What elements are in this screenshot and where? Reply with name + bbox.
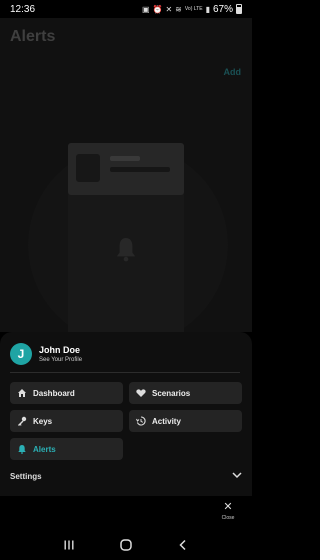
menu-activity-label: Activity <box>152 416 181 426</box>
profile-subtitle: See Your Profile <box>39 357 83 363</box>
close-area: ✕ Close <box>0 496 252 530</box>
system-nav-bar <box>0 530 252 560</box>
history-icon <box>136 416 146 426</box>
status-bar: 12:36 ▣ ⏰ ✕ ≋ Vo) LTE ▮ 67% <box>0 0 252 18</box>
divider <box>10 372 240 373</box>
settings-label: Settings <box>10 471 42 481</box>
heart-icon <box>136 388 146 398</box>
bell-icon <box>17 444 27 454</box>
status-icons: ▣ ⏰ ✕ ≋ Vo) LTE ▮ 67% <box>142 4 242 15</box>
back-icon[interactable] <box>173 535 193 555</box>
menu-alerts-label: Alerts <box>33 444 56 454</box>
menu-activity-button[interactable]: Activity <box>129 410 242 432</box>
menu-keys-button[interactable]: Keys <box>10 410 123 432</box>
menu-scenarios-label: Scenarios <box>152 388 191 398</box>
avatar: J <box>10 343 32 365</box>
mute-icon: ✕ <box>165 4 173 14</box>
menu-dashboard-label: Dashboard <box>33 388 75 398</box>
drawer-scrim[interactable] <box>0 18 252 332</box>
menu-keys-label: Keys <box>33 416 53 426</box>
close-button[interactable]: ✕ Close <box>216 501 240 522</box>
menu-alerts-button[interactable]: Alerts <box>10 438 123 460</box>
notification-icon: ▣ <box>141 4 150 14</box>
settings-row[interactable]: Settings <box>10 467 242 485</box>
home-icon[interactable] <box>116 535 136 555</box>
navigation-drawer: J John Doe See Your Profile Dashboard Sc… <box>0 332 252 496</box>
signal-text: Vo) LTE <box>184 6 203 12</box>
home-icon <box>17 388 27 398</box>
battery-percent: 67% <box>212 3 233 15</box>
status-time: 12:36 <box>10 3 36 15</box>
recents-icon[interactable] <box>59 535 79 555</box>
menu-scenarios-button[interactable]: Scenarios <box>129 382 242 404</box>
menu-dashboard-button[interactable]: Dashboard <box>10 382 123 404</box>
close-icon: ✕ <box>223 501 233 513</box>
chevron-down-icon[interactable] <box>232 471 242 481</box>
close-label: Close <box>221 515 235 521</box>
battery-icon <box>236 4 242 14</box>
wifi-icon: ≋ <box>175 4 182 14</box>
profile-row[interactable]: J John Doe See Your Profile <box>10 343 82 365</box>
profile-name: John Doe <box>39 345 81 355</box>
signal-icon: ▮ <box>205 4 210 14</box>
alarm-icon: ⏰ <box>152 4 163 14</box>
key-icon <box>17 416 27 426</box>
